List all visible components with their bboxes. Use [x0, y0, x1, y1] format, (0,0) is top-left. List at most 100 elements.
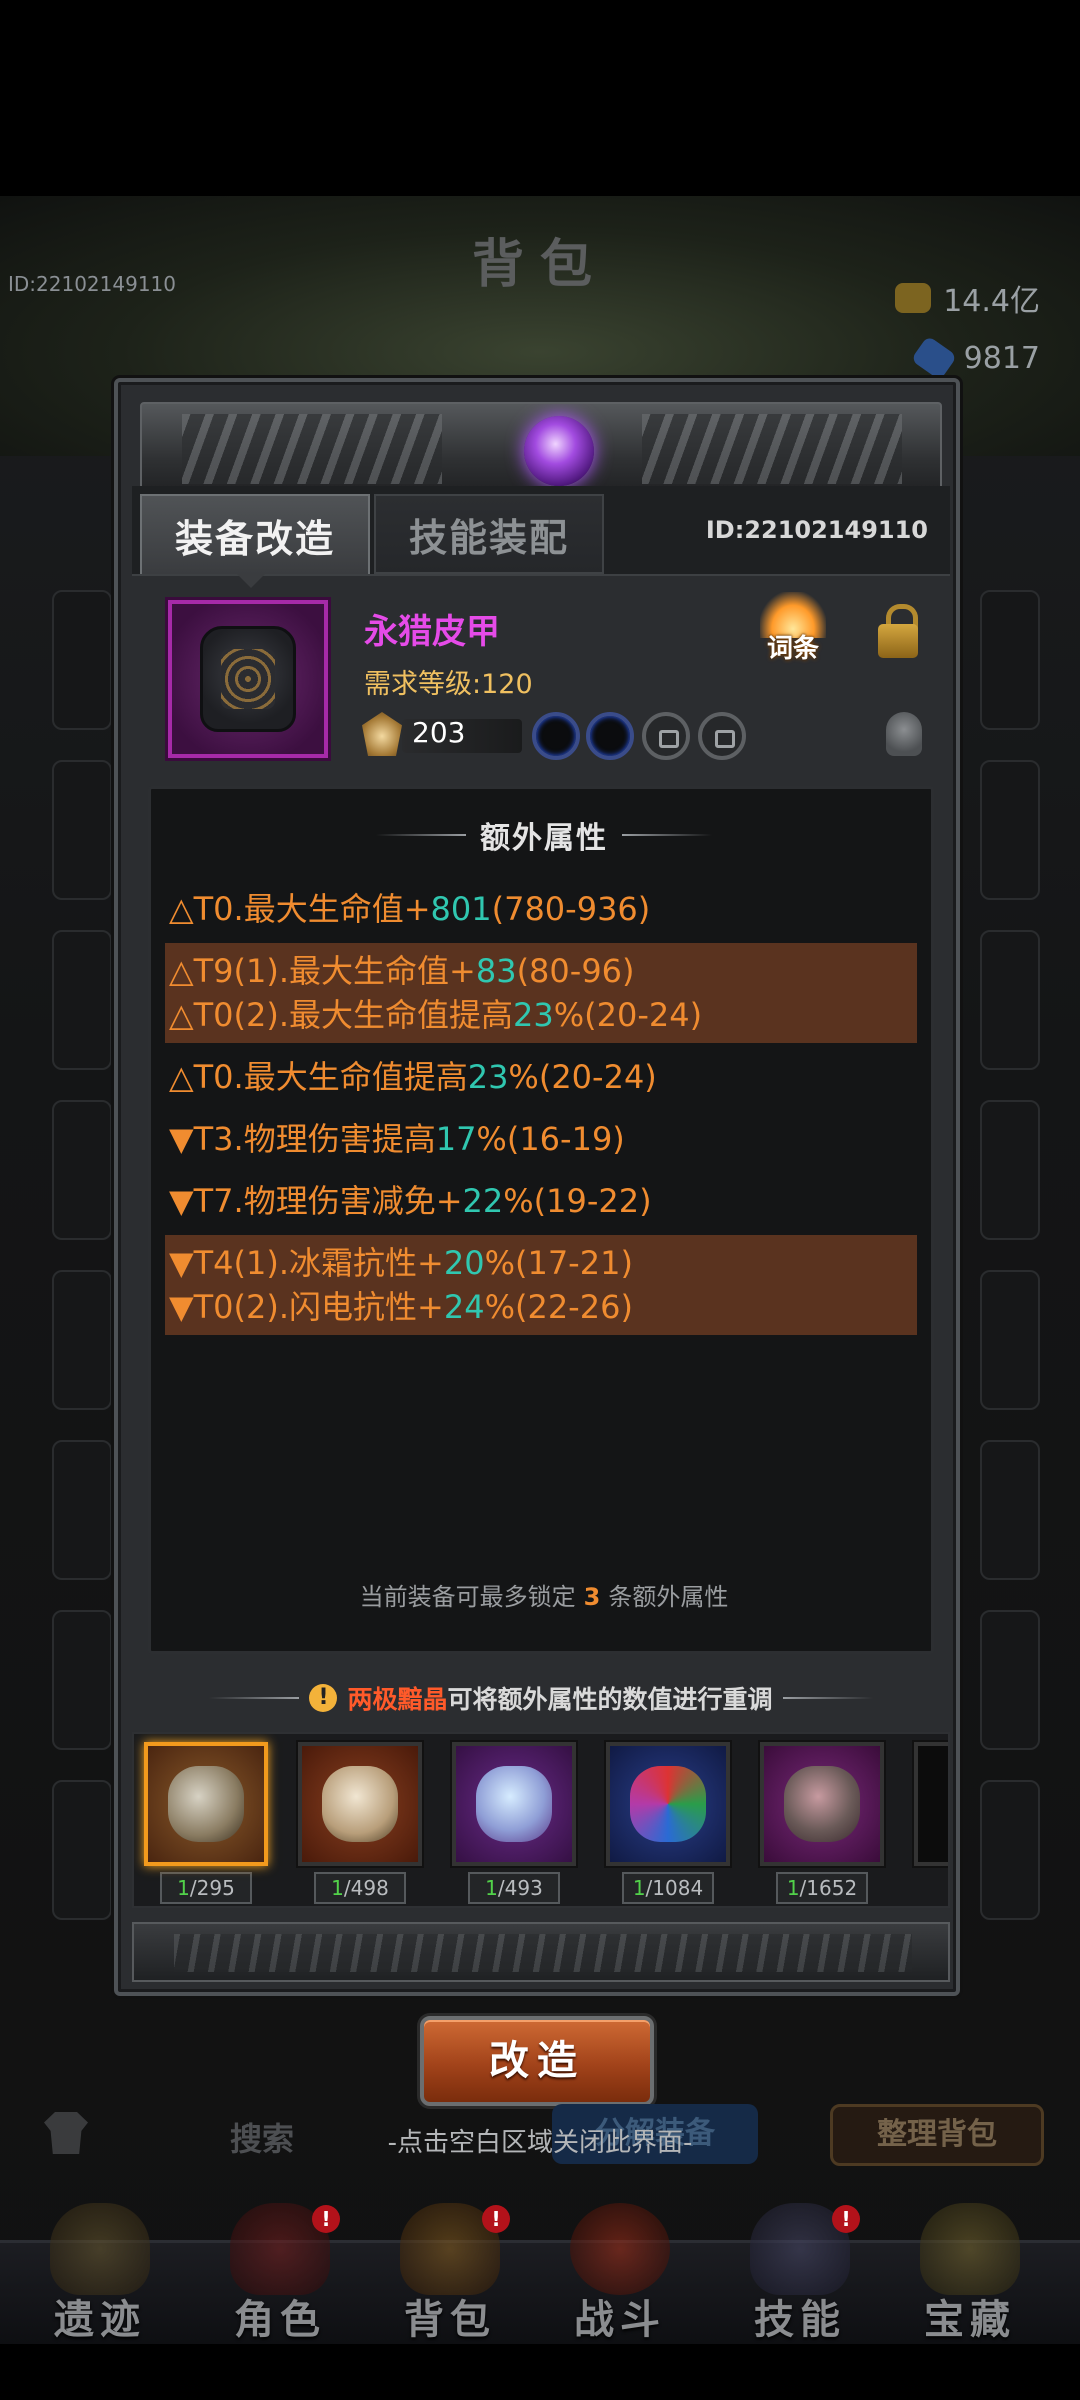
attribute-text: %(19-22) [503, 1182, 652, 1220]
material-have: 1 [485, 1876, 498, 1900]
material-total: /295 [189, 1876, 235, 1900]
attribute-line: △T0.最大生命值+801(780-936) [169, 887, 913, 931]
alert-badge: ! [832, 2205, 860, 2233]
attribute-group[interactable]: △T0.最大生命值提高23%(20-24) [165, 1049, 917, 1105]
bag-slot [980, 1610, 1040, 1750]
attribute-group[interactable]: ▼T3.物理伤害提高17%(16-19) [165, 1111, 917, 1167]
warning-icon: ! [309, 1684, 338, 1712]
material-slot[interactable]: 1/295 [144, 1742, 268, 1904]
gem-socket-empty[interactable] [586, 712, 634, 760]
tab-skill-assembly[interactable]: 技能装配 [374, 494, 604, 574]
attribute-text: ▼T3.物理伤害提高 [169, 1120, 436, 1158]
bag-slot [52, 590, 112, 730]
attribute-text: △T0.最大生命值提高 [169, 1058, 468, 1096]
prism-ore-icon [606, 1742, 730, 1866]
item-level-requirement: 需求等级:120 [364, 669, 533, 700]
bag-slot [980, 930, 1040, 1070]
ruins-icon [50, 2203, 150, 2295]
ornament-ribs-right [642, 414, 902, 484]
attribute-value: 801 [430, 890, 492, 928]
entry-button[interactable]: 词条 [750, 592, 836, 668]
material-list[interactable]: 1/295 1/498 1/493 1/1084 1/1652 [132, 1732, 950, 1908]
lock-limit-note: 当前装备可最多锁定 3 条额外属性 [151, 1577, 937, 1612]
attribute-value: 83 [475, 952, 517, 990]
nav-ruins[interactable]: 遗迹 [20, 2203, 180, 2353]
item-portrait[interactable] [168, 600, 328, 758]
bag-slot [980, 1270, 1040, 1410]
dialog-tab-bar: 装备改造 技能装配 ID:22102149110 [132, 486, 950, 588]
yin-yang-crystal-icon [144, 1742, 268, 1866]
material-slot[interactable]: 1/493 [452, 1742, 576, 1904]
header-decoration [622, 834, 712, 836]
lock-limit-count: 3 [583, 1583, 601, 1611]
bag-slot [980, 760, 1040, 900]
attribute-value: 24 [443, 1288, 485, 1326]
nav-bag[interactable]: ! 背包 [370, 2203, 530, 2353]
attribute-line: ▼T3.物理伤害提高17%(16-19) [169, 1117, 913, 1161]
attribute-line: ▼T7.物理伤害减免+22%(19-22) [169, 1179, 913, 1223]
material-count: 1/295 [160, 1872, 252, 1904]
item-name: 永猎皮甲 [364, 612, 500, 652]
gem-socket-empty[interactable] [532, 712, 580, 760]
attributes-header: 额外属性 [151, 813, 937, 857]
nav-treasure[interactable]: 宝藏 [890, 2203, 1050, 2353]
attribute-line: ▼T4(1).冰霜抗性+20%(17-21) [169, 1241, 913, 1285]
attribute-group[interactable]: ▼T7.物理伤害减免+22%(19-22) [165, 1173, 917, 1229]
attribute-group[interactable]: △T9(1).最大生命值+83(80-96) △T0(2).最大生命值提高23%(… [165, 943, 917, 1043]
ice-geode-icon [452, 1742, 576, 1866]
ornament-ribs-left [182, 414, 442, 484]
material-slot[interactable]: 1/1652 [760, 1742, 884, 1904]
bag-slot [52, 1780, 112, 1920]
lock-icon[interactable] [878, 604, 918, 660]
material-hint-text: 可将额外属性的数值进行重调 [447, 1685, 773, 1714]
nav-label: 战斗 [574, 2297, 666, 2343]
bag-slot [52, 1100, 112, 1240]
material-slot[interactable]: 1/1084 [606, 1742, 730, 1904]
attribute-group[interactable]: △T0.最大生命值+801(780-936) [165, 881, 917, 937]
bag-slot [52, 1270, 112, 1410]
tab-equipment-modify[interactable]: 装备改造 [140, 494, 370, 588]
bag-slot [52, 1440, 112, 1580]
material-slot-partial[interactable] [914, 1742, 948, 1866]
nav-battle[interactable]: 战斗 [540, 2203, 700, 2353]
gem-socket-locked[interactable] [642, 712, 690, 760]
dialog-bottom-ornament [132, 1922, 950, 1982]
nav-character[interactable]: ! 角色 [200, 2203, 360, 2353]
attribute-value: 23 [467, 1058, 509, 1096]
material-count: 1/1652 [776, 1872, 868, 1904]
close-hint[interactable]: -点击空白区域关闭此界面- [0, 2122, 1080, 2159]
equipment-modify-dialog: 装备改造 技能装配 ID:22102149110 永猎皮甲 需求等级:120 2… [114, 378, 960, 1996]
material-total: /493 [497, 1876, 543, 1900]
material-have: 1 [632, 1876, 646, 1900]
attribute-line: △T0(2).最大生命值提高23%(20-24) [169, 993, 913, 1037]
attribute-text: (780-936) [491, 890, 651, 928]
gem-icon [910, 335, 957, 381]
attribute-line: △T9(1).最大生命值+83(80-96) [169, 949, 913, 993]
attribute-group[interactable]: ▼T4(1).冰霜抗性+20%(17-21) ▼T0(2).闪电抗性+24%(22… [165, 1235, 917, 1335]
attribute-text: ▼T7.物理伤害减免+ [169, 1182, 463, 1220]
gold-amount: 14.4亿 [943, 284, 1040, 319]
material-count: 1/498 [314, 1872, 406, 1904]
attribute-text: %(20-24) [553, 996, 703, 1034]
attribute-text: ▼T0(2).闪电抗性+ [169, 1288, 444, 1326]
modify-button[interactable]: 改造 [420, 2016, 654, 2106]
material-slot[interactable]: 1/498 [298, 1742, 422, 1904]
extra-attributes-panel: 额外属性 △T0.最大生命值+801(780-936) △T9(1).最大生命值+… [148, 786, 934, 1654]
equipment-id: ID:22102149110 [705, 516, 928, 544]
lock-note-text: 当前装备可最多锁定 [359, 1583, 576, 1611]
nav-skills[interactable]: ! 技能 [720, 2203, 880, 2353]
material-hint: ! 两极黯晶可将额外属性的数值进行重调 [158, 1680, 924, 1716]
gem-socket-locked[interactable] [698, 712, 746, 760]
bag-slot [52, 930, 112, 1070]
bag-slot [980, 1780, 1040, 1920]
power-icon [362, 712, 402, 756]
attribute-list: △T0.最大生命值+801(780-936) △T9(1).最大生命值+83(80… [165, 881, 917, 1341]
lock-note-text: 条额外属性 [608, 1583, 729, 1611]
helmet-icon[interactable] [886, 712, 922, 756]
bag-slot [980, 1440, 1040, 1580]
header-decoration [376, 834, 466, 836]
attribute-value: 23 [513, 996, 554, 1034]
attributes-title: 额外属性 [480, 821, 608, 856]
attribute-text: %(20-24) [508, 1058, 657, 1096]
alert-badge: ! [312, 2205, 340, 2233]
